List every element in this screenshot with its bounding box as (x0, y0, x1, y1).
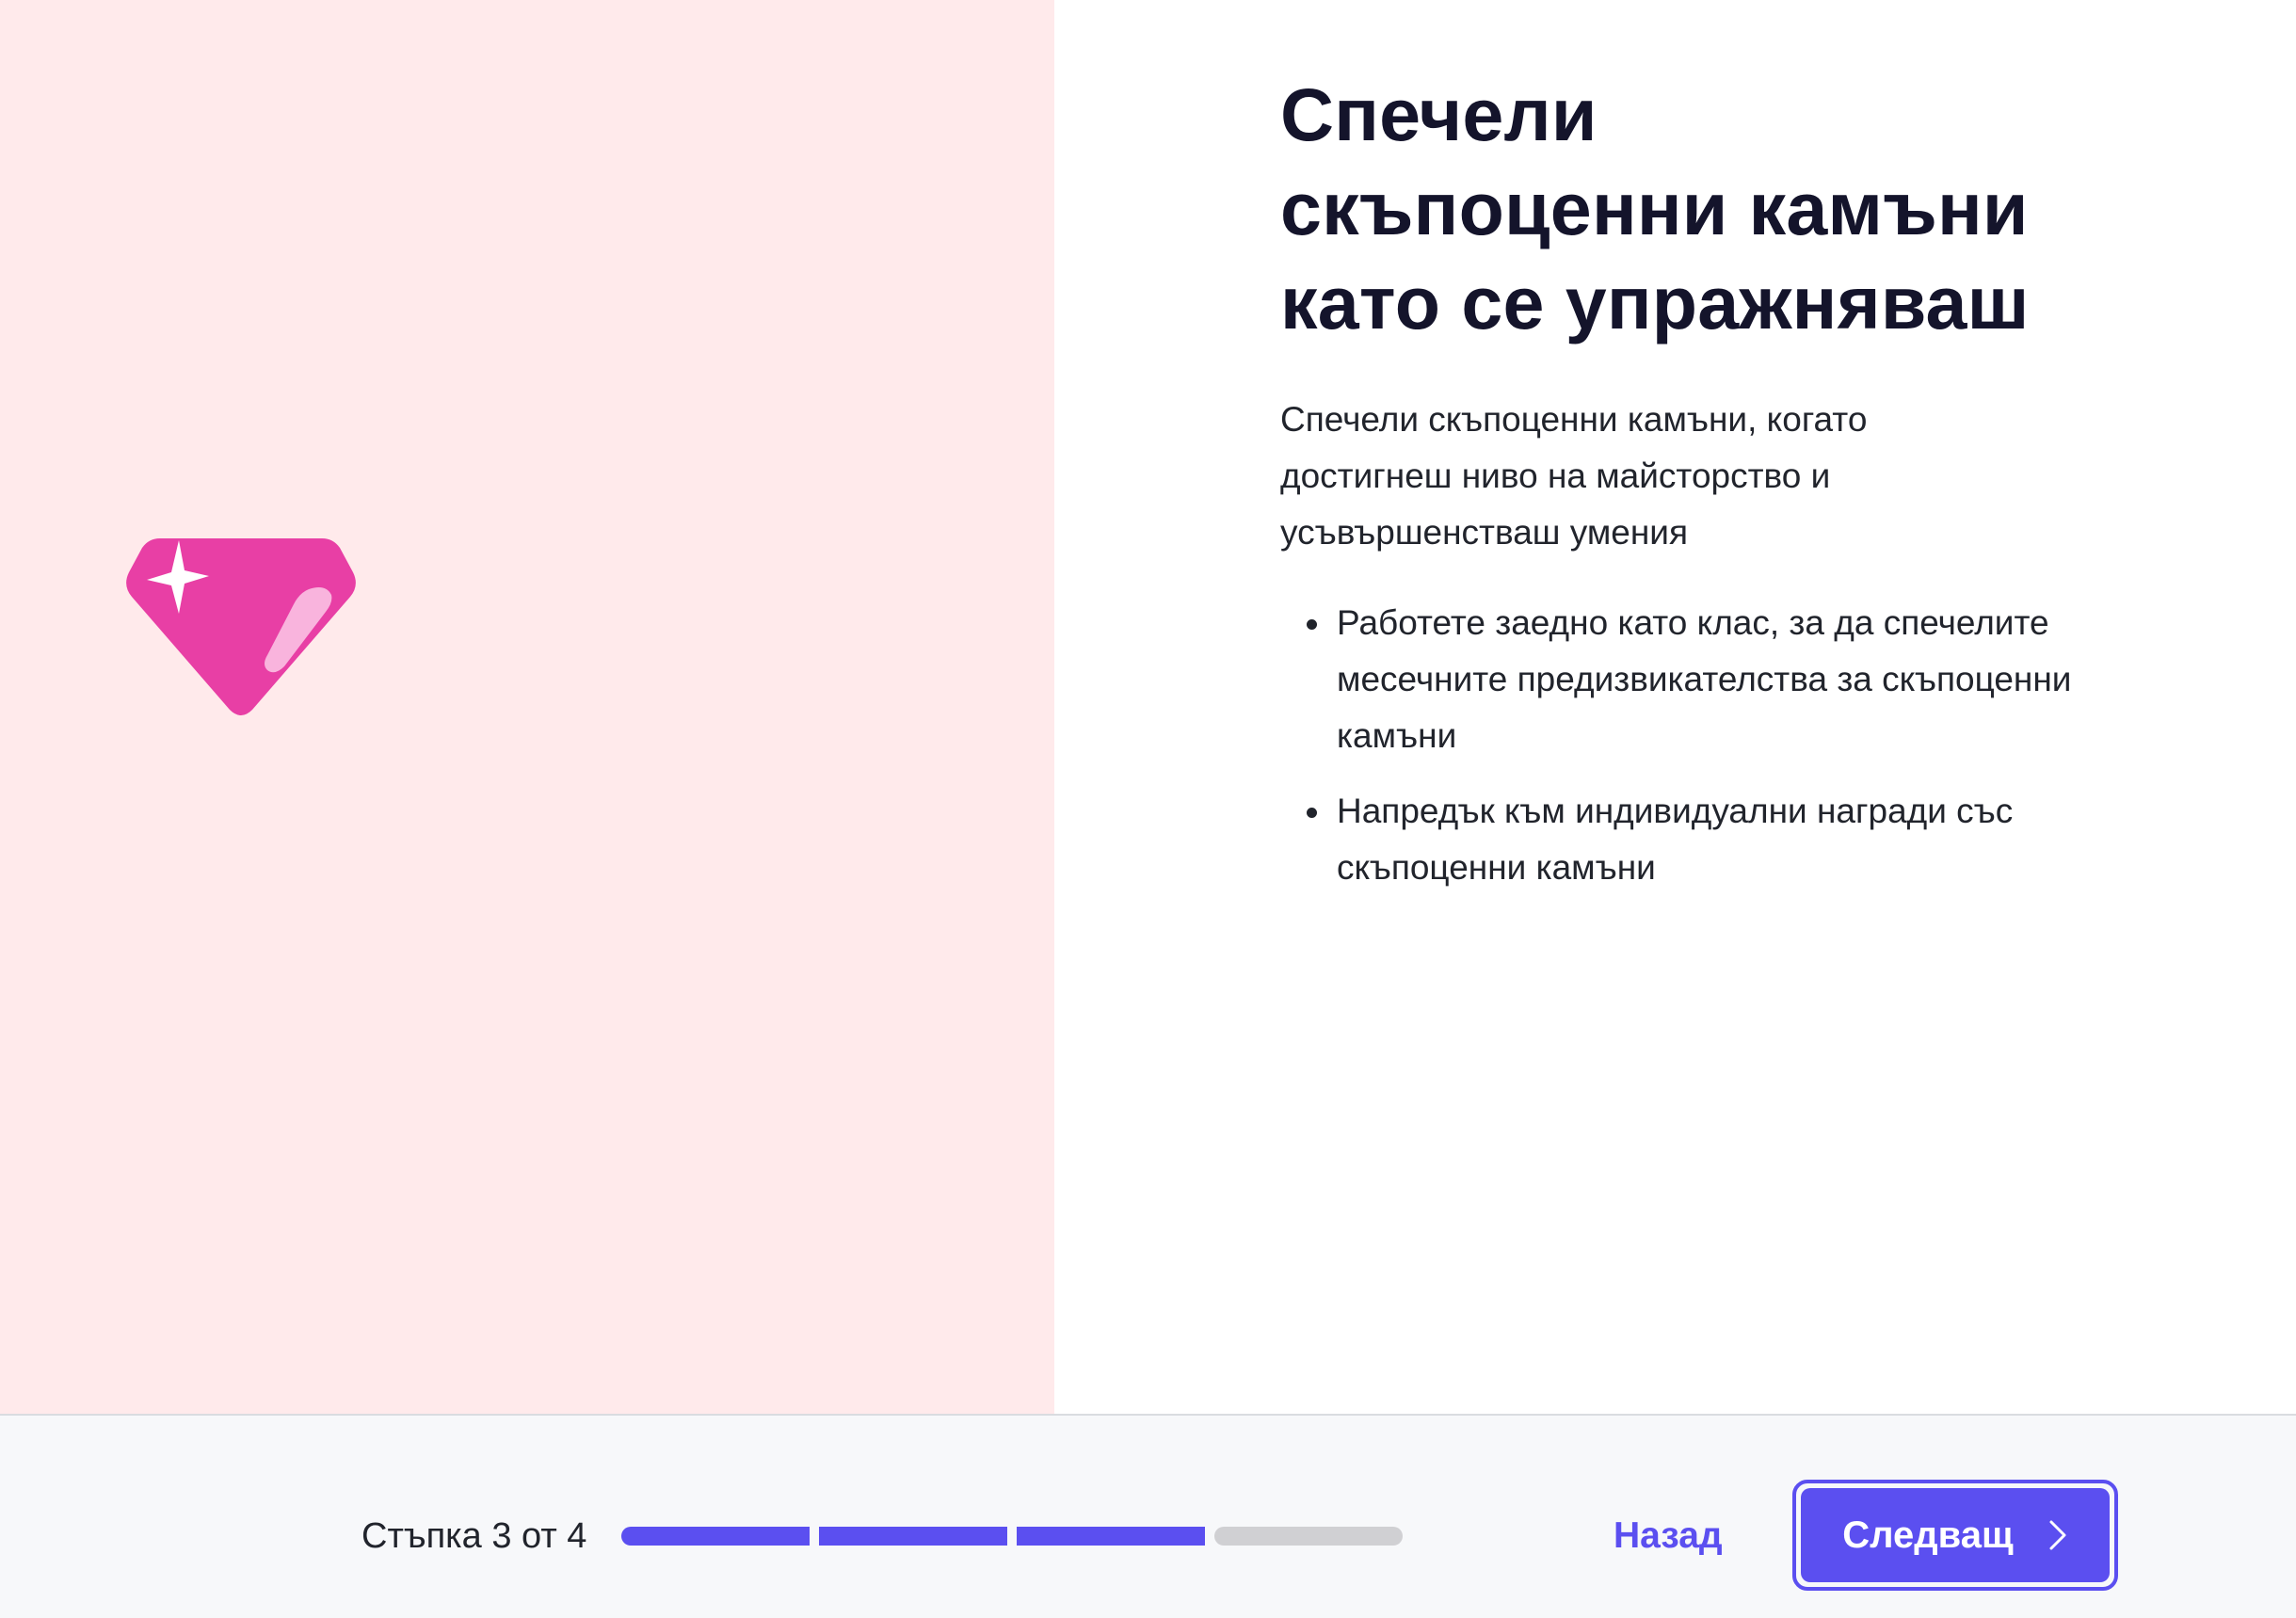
progress-segment (1017, 1527, 1205, 1546)
chevron-right-icon (2049, 1520, 2066, 1550)
next-button-label: Следващ (1842, 1514, 2014, 1556)
step-progress-bar (621, 1527, 1403, 1546)
description: Спечели скъпоценни камъни, когато достиг… (1280, 400, 1868, 552)
bullet-list: Работете заедно като клас, за да спечели… (1280, 595, 2127, 896)
content: Спечели скъпоценни камъни като се упражн… (1280, 68, 2222, 915)
illustration-panel (0, 0, 1054, 1414)
bullet-text: Напредък към индивидуални награди със ск… (1337, 792, 2014, 887)
progress-segment (1214, 1527, 1403, 1546)
title-line-1: Спечели (1280, 72, 1598, 156)
bullet-dot-icon (1307, 619, 1317, 630)
title-line-2: скъпоценни камъни (1280, 167, 2029, 250)
progress-segment (819, 1527, 1007, 1546)
gem-icon (126, 538, 356, 715)
bullet-item: Работете заедно като клас, за да спечели… (1307, 595, 2127, 764)
bullet-text: Работете заедно като клас, за да спечели… (1337, 603, 2072, 755)
bullet-item: Напредък към индивидуални награди със ск… (1307, 783, 2127, 896)
progress-segment (621, 1527, 810, 1546)
next-button[interactable]: Следващ (1801, 1488, 2110, 1582)
step-label: Стъпка 3 от 4 (361, 1516, 587, 1556)
content-panel: Спечели скъпоценни камъни като се упражн… (1054, 0, 2296, 1414)
page-title: Спечели скъпоценни камъни като се упражн… (1280, 68, 2222, 350)
onboarding-page: Спечели скъпоценни камъни като се упражн… (0, 0, 2296, 1618)
back-button[interactable]: Назад (1591, 1506, 1745, 1566)
footer-bar: Стъпка 3 от 4 Назад Следващ (0, 1414, 2296, 1618)
title-line-3: като се упражняваш (1280, 261, 2030, 344)
bullet-dot-icon (1307, 808, 1317, 818)
